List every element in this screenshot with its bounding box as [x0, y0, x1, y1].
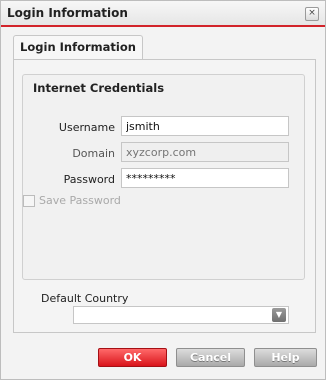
default-country-label: Default Country: [41, 292, 129, 305]
close-icon[interactable]: ×: [305, 7, 319, 21]
cancel-button[interactable]: Cancel: [176, 348, 245, 367]
chevron-down-icon[interactable]: ▼: [272, 308, 286, 322]
internet-credentials-group: Internet Credentials Username Domain Pas…: [22, 74, 305, 280]
help-button[interactable]: Help: [254, 348, 317, 367]
window-title: Login Information: [7, 6, 128, 20]
default-country-select[interactable]: ▼: [73, 306, 289, 324]
save-password-label: Save Password: [39, 194, 121, 207]
domain-input[interactable]: [121, 142, 289, 162]
ok-button[interactable]: OK: [98, 348, 167, 367]
group-title: Internet Credentials: [33, 81, 165, 95]
title-bar: Login Information ×: [1, 1, 325, 27]
username-input[interactable]: [121, 116, 289, 136]
tab-login-information[interactable]: Login Information: [13, 35, 143, 60]
password-label: Password: [63, 173, 115, 186]
save-password-checkbox[interactable]: [23, 195, 35, 207]
domain-label: Domain: [72, 147, 115, 160]
username-label: Username: [58, 121, 115, 134]
password-input[interactable]: [121, 168, 289, 188]
login-information-dialog: Login Information × Login Information In…: [0, 0, 326, 380]
